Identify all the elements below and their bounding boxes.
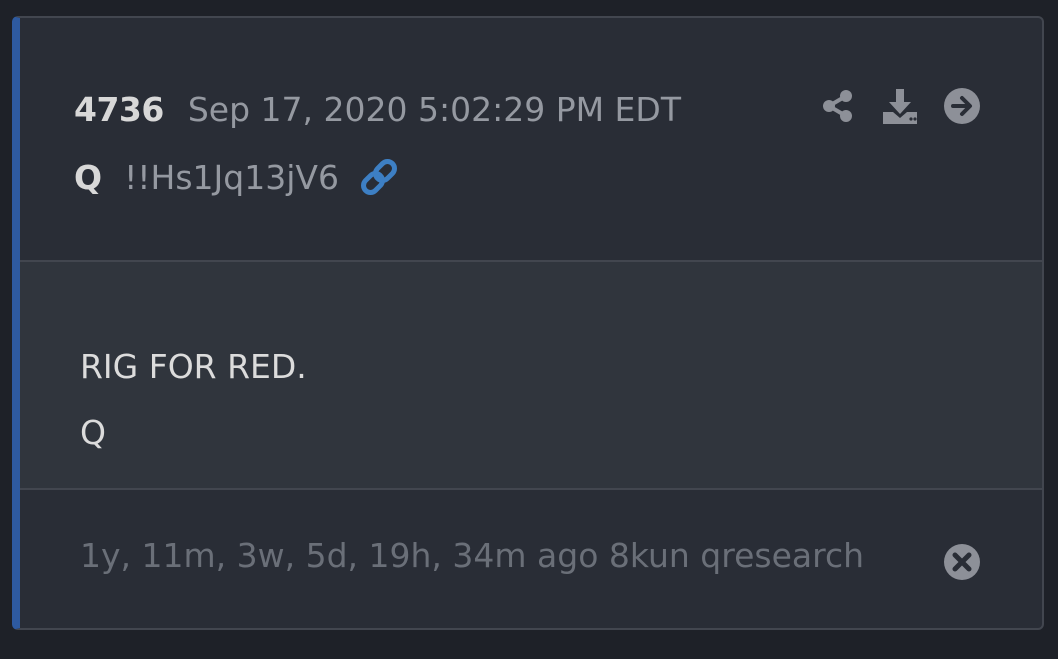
close-circle-icon[interactable] [942, 542, 982, 582]
post-author: Q [74, 157, 103, 197]
post-source: 8kun qresearch [608, 536, 865, 575]
post-footer: 1y, 11m, 3w, 5d, 19h, 34m ago 8kun qrese… [20, 490, 1042, 628]
post-age: 1y, 11m, 3w, 5d, 19h, 34m ago [80, 536, 599, 575]
download-icon[interactable] [880, 86, 920, 126]
post-body-text: RIG FOR RED. Q [80, 334, 307, 466]
post-body-line: Q [80, 413, 106, 452]
post-header: 4736 Sep 17, 2020 5:02:29 PM EDT Q !!Hs1… [20, 18, 1042, 262]
post-footer-text: 1y, 11m, 3w, 5d, 19h, 34m ago 8kun qrese… [80, 536, 864, 575]
post-tripcode: !!Hs1Jq13jV6 [124, 157, 339, 197]
post-body-line: RIG FOR RED. [80, 347, 307, 386]
post-card: 4736 Sep 17, 2020 5:02:29 PM EDT Q !!Hs1… [12, 16, 1044, 630]
post-timestamp: Sep 17, 2020 5:02:29 PM EDT [187, 89, 681, 129]
arrow-right-circle-icon[interactable] [942, 86, 982, 126]
share-icon[interactable] [818, 86, 858, 126]
post-body: RIG FOR RED. Q [20, 262, 1042, 490]
post-author-row: Q !!Hs1Jq13jV6 [74, 152, 401, 202]
link-icon[interactable] [357, 155, 401, 199]
post-number: 4736 [74, 89, 164, 129]
post-actions [818, 86, 982, 126]
post-meta-row: 4736 Sep 17, 2020 5:02:29 PM EDT [74, 84, 681, 134]
